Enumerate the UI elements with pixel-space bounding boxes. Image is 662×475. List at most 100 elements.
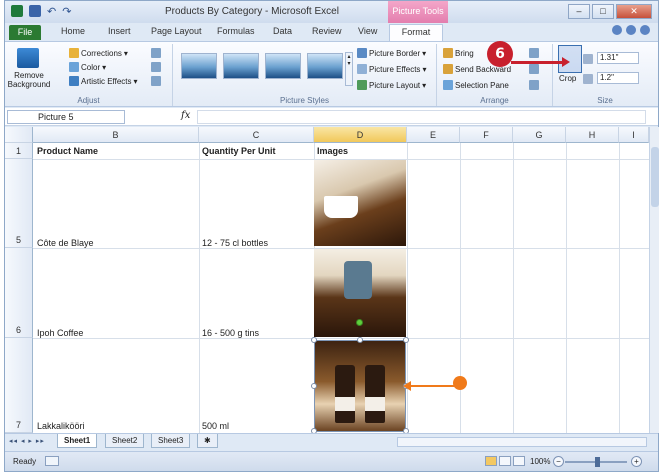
rotation-handle[interactable] (356, 319, 363, 326)
zoom-in-button[interactable]: + (631, 456, 642, 467)
compress-pictures-icon[interactable] (151, 48, 161, 58)
picture-effects-button[interactable]: Picture Effects ▾ (357, 64, 426, 74)
sheet-tab-sheet2[interactable]: Sheet2 (105, 434, 145, 448)
resize-handle[interactable] (311, 383, 317, 389)
column-header-e[interactable]: E (407, 127, 460, 143)
column-header-f[interactable]: F (460, 127, 513, 143)
sheet-tab-sheet1[interactable]: Sheet1 (57, 434, 98, 448)
normal-view-icon[interactable] (485, 456, 497, 466)
tab-page-layout[interactable]: Page Layout (151, 26, 202, 36)
insert-function-icon[interactable]: fx (181, 110, 190, 121)
bring-forward-button[interactable]: Bring (443, 48, 474, 58)
window-title: Products By Category - Microsoft Excel (165, 6, 339, 17)
corrections-button[interactable]: Corrections ▾ (69, 48, 128, 58)
cell-quantity[interactable]: 500 ml (202, 421, 229, 431)
picture-effects-icon (357, 64, 367, 74)
close-button[interactable]: ✕ (616, 4, 652, 19)
picture-liqueur-bottles[interactable] (314, 340, 406, 432)
formula-input[interactable] (197, 110, 646, 124)
worksheet-grid[interactable]: B C D E F G H I 1 Product Name Quantity … (5, 127, 649, 433)
tab-formulas[interactable]: Formulas (217, 26, 255, 36)
zoom-out-button[interactable]: − (553, 456, 564, 467)
tab-file[interactable]: File (9, 25, 41, 40)
resize-handle[interactable] (403, 337, 409, 343)
cell-product-name[interactable]: Côte de Blaye (37, 238, 94, 248)
picture-style-thumb-1[interactable] (181, 53, 217, 79)
cell-product-name[interactable]: Ipoh Coffee (37, 328, 83, 338)
row-header-5[interactable]: 5 (5, 159, 33, 248)
shape-width-field[interactable]: 1.2" (597, 72, 639, 84)
row-header-7[interactable]: 7 (5, 338, 33, 433)
tab-insert[interactable]: Insert (108, 26, 131, 36)
sheet-tab-sheet3[interactable]: Sheet3 (151, 434, 191, 448)
rotate-icon[interactable] (529, 80, 539, 90)
crop-button[interactable]: Crop (559, 74, 576, 83)
tab-home[interactable]: Home (61, 26, 85, 36)
remove-background-icon (17, 48, 39, 68)
artistic-effects-button[interactable]: Artistic Effects ▾ (69, 76, 138, 86)
zoom-level[interactable]: 100% (530, 457, 550, 466)
maximize-button[interactable]: □ (592, 4, 614, 19)
picture-style-thumb-2[interactable] (223, 53, 259, 79)
selection-pane-label: Selection Pane (455, 80, 509, 90)
corrections-icon (69, 48, 79, 58)
header-product-name[interactable]: Product Name (37, 146, 98, 156)
picture-layout-icon (357, 80, 367, 90)
redo-icon[interactable]: ↷ (62, 5, 71, 18)
column-header-c[interactable]: C (199, 127, 314, 143)
tab-data[interactable]: Data (273, 26, 292, 36)
row-header-1[interactable]: 1 (5, 143, 33, 159)
ribbon-minimize-icon[interactable] (626, 25, 636, 35)
excel-app-icon[interactable] (11, 5, 23, 17)
step-badge: 6 (487, 41, 513, 67)
cell-quantity[interactable]: 12 - 75 cl bottles (202, 238, 268, 248)
help-icon[interactable] (612, 25, 622, 35)
header-images[interactable]: Images (317, 146, 348, 156)
change-picture-icon[interactable] (151, 62, 161, 72)
sheet-navigation-arrows[interactable]: ◂◂ ◂ ▸ ▸▸ (9, 437, 45, 445)
resize-handle[interactable] (311, 337, 317, 343)
color-button[interactable]: Color ▾ (69, 62, 106, 72)
vertical-scrollbar[interactable] (649, 127, 659, 433)
tab-review[interactable]: Review (312, 26, 342, 36)
picture-style-thumb-3[interactable] (265, 53, 301, 79)
save-icon[interactable] (29, 5, 41, 17)
tab-view[interactable]: View (358, 26, 377, 36)
shape-height-field[interactable]: 1.31" (597, 52, 639, 64)
selection-pane-button[interactable]: Selection Pane (443, 80, 509, 90)
picture-border-button[interactable]: Picture Border ▾ (357, 48, 426, 58)
resize-handle[interactable] (357, 337, 363, 343)
tab-format[interactable]: Format (389, 24, 443, 41)
row-header-6[interactable]: 6 (5, 248, 33, 338)
column-header-g[interactable]: G (513, 127, 566, 143)
callout-arrow (511, 57, 570, 67)
picture-style-thumb-4[interactable] (307, 53, 343, 79)
cell-product-name[interactable]: Lakkalikööri (37, 421, 85, 431)
column-header-i[interactable]: I (619, 127, 649, 143)
page-break-view-icon[interactable] (513, 456, 525, 466)
group-objects-icon[interactable] (529, 64, 539, 74)
cell-quantity[interactable]: 16 - 500 g tins (202, 328, 259, 338)
select-all-corner[interactable] (5, 127, 33, 143)
vertical-scroll-thumb[interactable] (651, 147, 659, 207)
zoom-slider-thumb[interactable] (595, 457, 600, 467)
ribbon-restore-icon[interactable] (640, 25, 650, 35)
picture-layout-label: Picture Layout (369, 80, 421, 90)
undo-icon[interactable]: ↶ (47, 5, 56, 18)
picture-layout-button[interactable]: Picture Layout ▾ (357, 80, 426, 90)
selection-pane-icon (443, 80, 453, 90)
minimize-button[interactable]: – (568, 4, 590, 19)
insert-sheet-icon[interactable]: ✱ (197, 434, 218, 448)
horizontal-scrollbar[interactable] (397, 437, 647, 447)
page-layout-view-icon[interactable] (499, 456, 511, 466)
column-header-d[interactable]: D (314, 127, 407, 143)
align-icon[interactable] (529, 48, 539, 58)
column-header-h[interactable]: H (566, 127, 619, 143)
header-quantity[interactable]: Quantity Per Unit (202, 146, 276, 156)
styles-gallery-scroll[interactable]: ▴ ▾ (345, 52, 353, 86)
column-header-b[interactable]: B (33, 127, 199, 143)
reset-picture-icon[interactable] (151, 76, 161, 86)
name-box[interactable]: Picture 5 (7, 110, 125, 124)
picture-coffee-cup[interactable] (314, 160, 406, 246)
macro-record-icon[interactable] (45, 456, 59, 466)
